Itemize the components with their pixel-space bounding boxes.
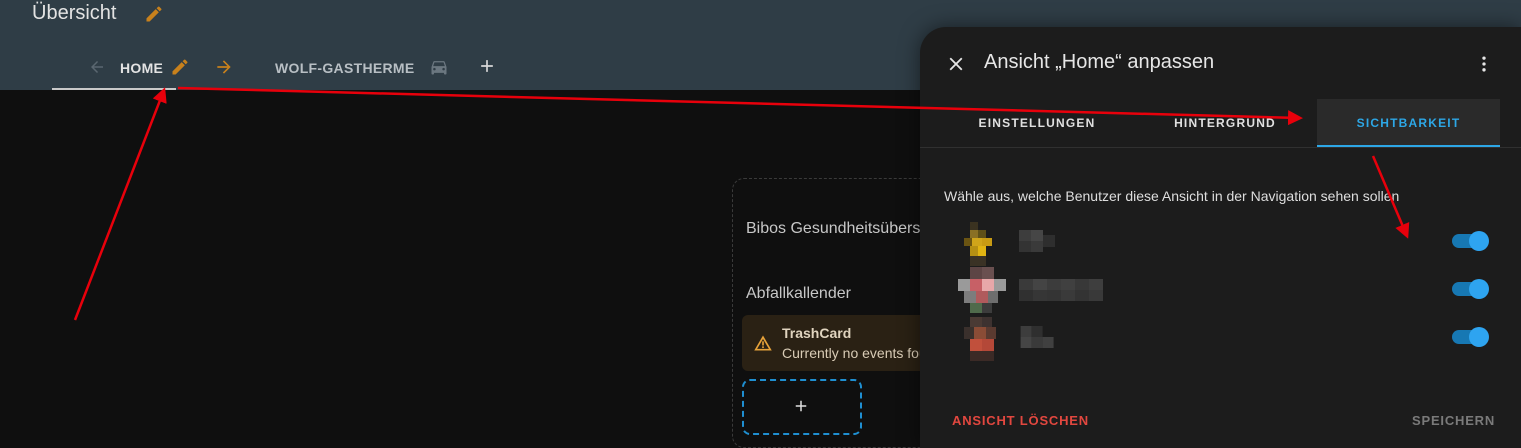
divider [920, 147, 1521, 148]
screen: Übersicht HOME WOLF-GASTHERME Bibos Gesu… [0, 0, 1521, 448]
car-icon[interactable] [428, 57, 450, 77]
tab-sichtbarkeit[interactable]: SICHTBARKEIT [1317, 99, 1500, 147]
save-button[interactable]: SPEICHERN [1412, 413, 1495, 428]
avatar [964, 317, 996, 361]
username-blurred [1019, 230, 1055, 252]
avatar [964, 222, 992, 266]
tab-hintergrund[interactable]: HINTERGRUND [1142, 99, 1308, 147]
visibility-description: Wähle aus, welche Benutzer diese Ansicht… [944, 188, 1400, 204]
plus-icon [795, 400, 807, 412]
username-blurred [1019, 279, 1103, 301]
trash-card-title: TrashCard [782, 325, 852, 341]
active-tab-indicator [52, 88, 176, 90]
close-icon[interactable] [945, 53, 967, 75]
visibility-toggle[interactable] [1452, 229, 1489, 251]
pencil-icon[interactable] [170, 57, 190, 77]
tab-wolf-gastherme[interactable]: WOLF-GASTHERME [275, 60, 415, 76]
card-title: Bibos Gesundheitsübersicht [746, 220, 946, 237]
dialog-title: Ansicht „Home“ anpassen [984, 51, 1215, 73]
delete-view-button[interactable]: ANSICHT LÖSCHEN [952, 413, 1089, 428]
more-vert-icon[interactable] [1474, 53, 1494, 75]
arrow-right-icon[interactable] [214, 57, 234, 77]
avatar [958, 267, 1006, 313]
app-title: Übersicht [32, 2, 117, 24]
tab-home[interactable]: HOME [120, 60, 163, 76]
card-title: Abfallkallender [746, 285, 851, 302]
toggle-knob [1469, 231, 1489, 251]
arrow-left-icon[interactable] [88, 58, 106, 76]
username-blurred [1020, 326, 1054, 348]
toggle-knob [1469, 327, 1489, 347]
plus-icon[interactable] [477, 56, 497, 76]
visibility-toggle[interactable] [1452, 277, 1489, 299]
annotation-arrow [73, 87, 167, 321]
toggle-knob [1469, 279, 1489, 299]
tab-einstellungen[interactable]: EINSTELLUNGEN [920, 99, 1154, 147]
visibility-toggle[interactable] [1452, 325, 1489, 347]
trash-card-message: Currently no events found [782, 345, 943, 361]
warning-icon [754, 335, 772, 351]
pencil-icon[interactable] [144, 4, 164, 24]
